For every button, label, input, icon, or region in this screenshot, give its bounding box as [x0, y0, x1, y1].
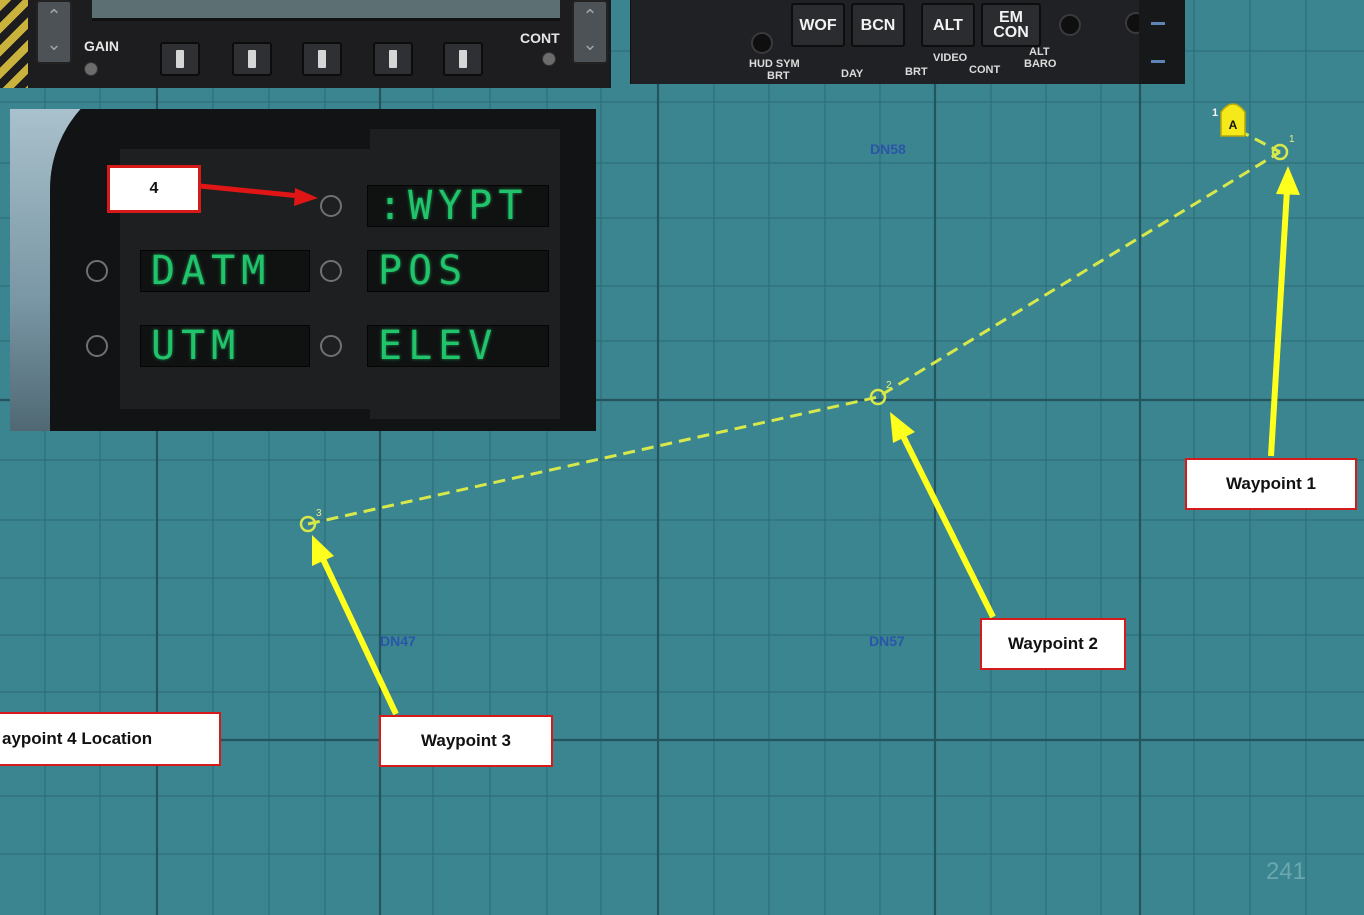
ddi-pushbutton-2[interactable]: [232, 42, 272, 76]
side-indicator-strip: [1139, 0, 1185, 84]
baro-label: BARO: [1024, 58, 1057, 70]
page-number: 241: [1265, 858, 1306, 885]
ddi-pushbutton-3[interactable]: [302, 42, 342, 76]
brt-label: BRT: [905, 66, 928, 78]
ufc-option-utm-button[interactable]: [86, 335, 108, 357]
hud-sym-label: HUD SYM: [749, 58, 800, 70]
ddi-pushbutton-4[interactable]: [373, 42, 413, 76]
wypt-text: :WYPT: [378, 183, 529, 229]
ufc-option-datm-button[interactable]: [86, 260, 108, 282]
route-marker-label: A: [1229, 118, 1238, 132]
brt-knob[interactable]: [1059, 14, 1081, 36]
elev-text: ELEV: [378, 323, 499, 369]
ddi-pushbutton-1[interactable]: [160, 42, 200, 76]
grid-label-dn47: DN47: [380, 633, 416, 649]
grid-label-dn58: DN58: [870, 141, 906, 157]
ddi-screen-edge: [92, 0, 560, 21]
callout-waypoint-4-location: aypoint 4 Location: [0, 712, 221, 766]
ufc-pos-display: POS: [367, 248, 549, 294]
ddi-bottom-panel: ⌃ ⌄ ⌃ ⌄ GAIN CONT: [0, 0, 611, 88]
cont-label: CONT: [520, 30, 560, 46]
waypoint-3-number: 3: [316, 508, 322, 519]
bcn-button[interactable]: BCN: [851, 3, 905, 47]
indicator-bar: [1151, 60, 1165, 63]
ufc-elev-display: ELEV: [367, 323, 549, 369]
screw: [84, 62, 98, 76]
brt-label-2: BRT: [767, 70, 790, 82]
day-label: DAY: [841, 68, 864, 80]
utm-text: UTM: [151, 323, 242, 369]
ufc-inset-image: :WYPT DATM POS UTM ELEV: [10, 109, 596, 431]
hud-knob[interactable]: [751, 32, 773, 54]
screw: [542, 52, 556, 66]
callout-waypoint-2: Waypoint 2: [980, 618, 1126, 670]
wof-button-label: WOF: [799, 16, 837, 34]
callout-ufc-option-4: 4: [107, 165, 201, 213]
ufc-datm-display: DATM: [140, 248, 310, 294]
pos-text: POS: [378, 248, 469, 294]
gain-rocker-switch[interactable]: ⌃ ⌄: [36, 0, 72, 64]
warning-hatch: [0, 0, 28, 88]
alt-switch-label: ALT: [1029, 46, 1050, 58]
datm-text: DATM: [151, 248, 272, 294]
gain-label: GAIN: [84, 38, 119, 54]
indicator-bar: [1151, 22, 1165, 25]
alt-button-label: ALT: [933, 16, 963, 34]
cont-knob-label: CONT: [969, 64, 1001, 76]
ufc-utm-display: UTM: [140, 323, 310, 369]
ufc-option-pos-button[interactable]: [320, 260, 342, 282]
em-con-button[interactable]: EM CON: [981, 3, 1041, 47]
waypoint-1-number: 1: [1289, 134, 1295, 145]
grid-label-dn57: DN57: [869, 633, 905, 649]
callout-waypoint-1: Waypoint 1: [1185, 458, 1357, 510]
ddi-pushbutton-5[interactable]: [443, 42, 483, 76]
ufc-option-4-display: :WYPT: [367, 183, 549, 229]
ufc-option-4-button[interactable]: [320, 195, 342, 217]
em-con-button-label: EM CON: [993, 9, 1029, 41]
wof-button[interactable]: WOF: [791, 3, 845, 47]
callout-waypoint-3: Waypoint 3: [379, 715, 553, 767]
waypoint-2-number: 2: [886, 380, 892, 391]
hud-control-panel: WOF BCN ALT EM CON HUD SYM VIDEO ALT BAR…: [630, 0, 1185, 84]
route-marker-number: 1: [1212, 107, 1218, 119]
ufc-option-elev-button[interactable]: [320, 335, 342, 357]
bcn-button-label: BCN: [860, 16, 896, 34]
cont-rocker-switch[interactable]: ⌃ ⌄: [572, 0, 608, 64]
video-label: VIDEO: [933, 52, 968, 64]
alt-button[interactable]: ALT: [921, 3, 975, 47]
